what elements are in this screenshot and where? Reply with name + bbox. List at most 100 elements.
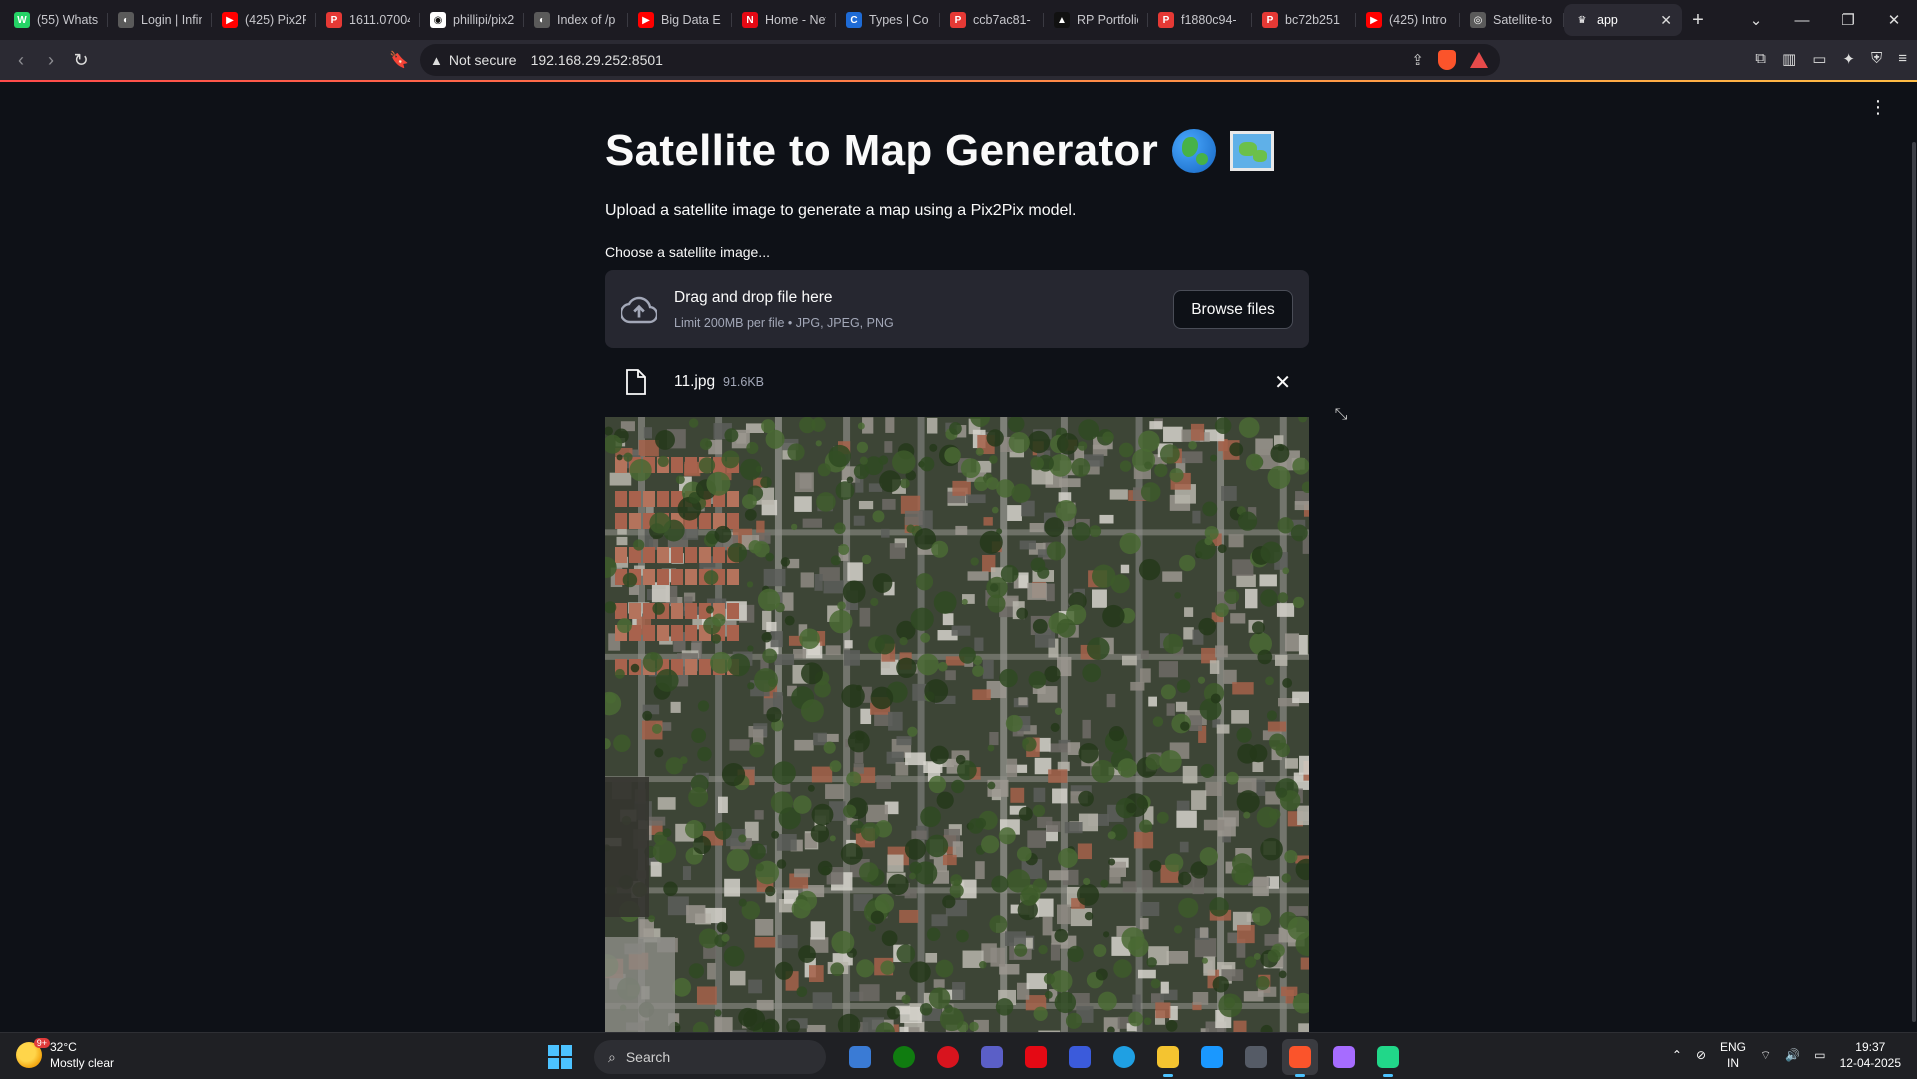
- uploaded-file-row: 11.jpg 91.6KB ✕: [605, 360, 1309, 402]
- remove-file-icon[interactable]: ✕: [1274, 370, 1291, 395]
- url-text[interactable]: 192.168.29.252:8501: [531, 52, 663, 68]
- new-tab-icon[interactable]: +: [1682, 9, 1714, 32]
- menu-icon[interactable]: ≡: [1898, 50, 1907, 68]
- network-off-icon[interactable]: ⊘: [1696, 1048, 1706, 1062]
- taskbar-app-netflix[interactable]: [1018, 1039, 1054, 1075]
- pycharm-icon: [1377, 1046, 1399, 1068]
- browser-tab[interactable]: Pf1880c94-: [1148, 4, 1252, 36]
- tab-close-icon[interactable]: ✕: [1660, 12, 1672, 29]
- taskbar-app-teams[interactable]: [974, 1039, 1010, 1075]
- volume-icon[interactable]: 🔊: [1785, 1048, 1800, 1062]
- windows-taskbar: 9+ 32°C Mostly clear ⌕ Search ⌃ ⊘ ENG IN…: [0, 1032, 1917, 1079]
- scrollbar-thumb[interactable]: [1912, 142, 1916, 1022]
- system-tray: ⌃ ⊘ ENG IN ⌔ 🔊 ▭ 19:37 12-04-2025: [1672, 1039, 1901, 1071]
- tab-label: (425) Pix2Pix: [245, 13, 306, 27]
- taskbar-app-file-explorer[interactable]: [1150, 1039, 1186, 1077]
- taskbar-app-copilot[interactable]: [1326, 1039, 1362, 1075]
- browser-tab[interactable]: Pbc72b251: [1252, 4, 1356, 36]
- browser-tab[interactable]: ◉ phillipi/pix2pix: [420, 4, 524, 36]
- browser-tab[interactable]: ▶ (425) Pix2Pix: [212, 4, 316, 36]
- taskbar-app-visual-studio[interactable]: [1062, 1039, 1098, 1075]
- globe-icon: [1172, 129, 1217, 173]
- browser-tab[interactable]: Pccb7ac81-: [940, 4, 1044, 36]
- taskbar-search[interactable]: ⌕ Search: [594, 1040, 826, 1074]
- brave-shields-icon[interactable]: [1438, 50, 1456, 70]
- browser-tab[interactable]: ◎ Satellite-to: [1460, 4, 1564, 36]
- tab-label: phillipi/pix2pix: [453, 13, 514, 27]
- main-menu-icon[interactable]: ⋮: [1869, 98, 1887, 116]
- sidebar-icon[interactable]: ▥: [1782, 50, 1796, 68]
- browser-tab[interactable]: ◐ Login | Infinity: [108, 4, 212, 36]
- address-bar[interactable]: ▲ Not secure 192.168.29.252:8501 ⇪: [420, 44, 1500, 76]
- vpn-icon[interactable]: ⛨: [1871, 50, 1882, 68]
- copilot-icon: [1333, 1046, 1355, 1068]
- browser-tab-active[interactable]: ♛ app ✕: [1564, 4, 1682, 36]
- satellite-image: [605, 417, 1309, 1037]
- clock-time: 19:37: [1855, 1040, 1886, 1054]
- taskbar-app-unity[interactable]: [1238, 1039, 1274, 1075]
- tab-label: Satellite-to: [1493, 13, 1553, 27]
- taskbar-app-opera[interactable]: [930, 1039, 966, 1075]
- browser-tab[interactable]: N Home - Netflix: [732, 4, 836, 36]
- warning-icon: ▲: [430, 52, 443, 68]
- tab-favicon-icon: ◐: [118, 12, 134, 28]
- security-label[interactable]: Not secure: [449, 52, 517, 68]
- taskbar-app-store[interactable]: [842, 1039, 878, 1075]
- browser-tab[interactable]: ▶ (425) Intro: [1356, 4, 1460, 36]
- windows-start-icon[interactable]: [548, 1045, 572, 1069]
- browser-tab[interactable]: C Types | Co: [836, 4, 940, 36]
- uploaded-file-size: 91.6KB: [723, 375, 765, 389]
- dropzone-limit-text: Limit 200MB per file • JPG, JPEG, PNG: [674, 316, 894, 330]
- page-title: Satellite to Map Generator: [605, 126, 1309, 176]
- tab-label: Login | Infinity: [141, 13, 202, 27]
- browser-tab[interactable]: ▶ Big Data E: [628, 4, 732, 36]
- back-icon[interactable]: ‹: [6, 50, 36, 71]
- taskbar-app-pycharm[interactable]: [1370, 1039, 1406, 1077]
- taskbar-app-prime-video[interactable]: [1194, 1039, 1230, 1075]
- visual-studio-icon: [1069, 1046, 1091, 1068]
- tab-label: Types | Co: [869, 13, 929, 27]
- leo-ai-icon[interactable]: ✦: [1842, 50, 1855, 68]
- browse-files-button[interactable]: Browse files: [1173, 290, 1293, 329]
- tab-favicon-icon: ▶: [1366, 12, 1382, 28]
- browser-tab[interactable]: ▲ RP Portfolio: [1044, 4, 1148, 36]
- browser-tab[interactable]: P 1611.07004: [316, 4, 420, 36]
- tray-overflow-icon[interactable]: ⌃: [1672, 1048, 1682, 1062]
- tab-favicon-icon: ▶: [638, 12, 654, 28]
- browser-tab[interactable]: W (55) WhatsApp: [4, 4, 108, 36]
- wallet-icon[interactable]: ▭: [1812, 50, 1826, 68]
- browser-tab-strip: W (55) WhatsApp ◐ Login | Infinity ▶ (425) Pi…: [0, 0, 1917, 40]
- browser-tab[interactable]: ◐ Index of /p: [524, 4, 628, 36]
- taskbar-app-edge[interactable]: [1106, 1039, 1142, 1075]
- scrollbar[interactable]: [1911, 82, 1917, 1032]
- tab-favicon-icon: W: [14, 12, 30, 28]
- share-icon[interactable]: ⇪: [1411, 51, 1424, 69]
- reload-icon[interactable]: ↻: [66, 50, 96, 71]
- minimize-icon[interactable]: —: [1779, 12, 1825, 29]
- language-indicator[interactable]: ENG IN: [1720, 1039, 1746, 1071]
- file-dropzone[interactable]: Drag and drop file here Limit 200MB per …: [605, 270, 1309, 348]
- tab-label: ccb7ac81-: [973, 13, 1031, 27]
- extensions-icon[interactable]: ⧉: [1755, 50, 1766, 68]
- brave-icon: [1289, 1046, 1311, 1068]
- tab-label: Index of /p: [557, 13, 616, 27]
- uploaded-file-name: 11.jpg: [674, 373, 716, 390]
- tab-favicon-icon: ▶: [222, 12, 238, 28]
- forward-icon[interactable]: ›: [36, 50, 66, 71]
- tab-label: 1611.07004: [349, 13, 410, 27]
- bookmark-icon[interactable]: 🔖: [389, 50, 409, 70]
- weather-desc: Mostly clear: [50, 1056, 115, 1070]
- restore-icon[interactable]: ❐: [1825, 11, 1871, 29]
- wifi-icon[interactable]: ⌔: [1760, 1048, 1771, 1063]
- tab-list-icon[interactable]: ⌄: [1733, 11, 1779, 29]
- taskbar-app-xbox[interactable]: [886, 1039, 922, 1075]
- close-window-icon[interactable]: ✕: [1871, 11, 1917, 29]
- store-icon: [849, 1046, 871, 1068]
- taskbar-app-brave[interactable]: [1282, 1039, 1318, 1077]
- clock[interactable]: 19:37 12-04-2025: [1840, 1039, 1901, 1071]
- brave-rewards-icon[interactable]: [1470, 52, 1488, 68]
- weather-widget[interactable]: 9+ 32°C Mostly clear: [16, 1038, 115, 1071]
- battery-icon[interactable]: ▭: [1814, 1048, 1825, 1062]
- browser-tools: ⧉ ▥ ▭ ✦ ⛨ ≡: [1755, 50, 1907, 68]
- fullscreen-expand-icon[interactable]: ⤡: [1326, 400, 1356, 430]
